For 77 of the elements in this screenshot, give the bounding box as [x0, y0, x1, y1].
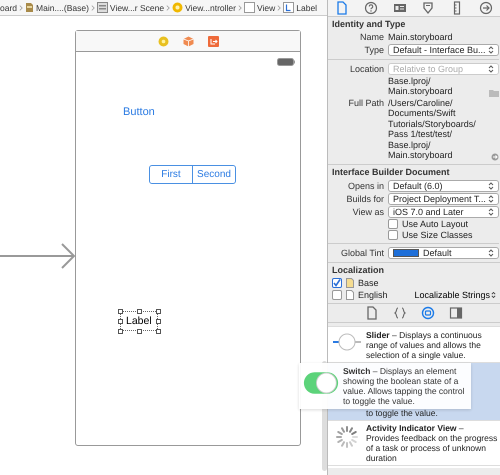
- checkbox[interactable]: [332, 290, 342, 300]
- localization-name: English: [358, 290, 388, 300]
- segmented-control[interactable]: First Second: [149, 165, 236, 184]
- help-icon[interactable]: [364, 1, 378, 15]
- field-label: Type: [363, 44, 384, 54]
- color-popup-button[interactable]: Default: [388, 246, 499, 258]
- chevron-icon: [488, 248, 494, 256]
- chevron-icon: [166, 4, 170, 12]
- popup-button[interactable]: Project Deployment T...: [388, 192, 499, 204]
- checkbox[interactable]: [332, 278, 342, 288]
- activity-indicator-icon: [335, 424, 359, 448]
- library-item[interactable]: Activity Indicator View – Provides feedback on the progress of a task or process of unknown duration: [328, 420, 500, 466]
- file-icon: [346, 290, 354, 300]
- exit-icon[interactable]: [208, 36, 218, 46]
- field-label: Global Tint: [340, 248, 384, 258]
- button-element[interactable]: Button: [123, 106, 155, 118]
- segment[interactable]: First: [150, 166, 192, 183]
- section-header: Identity and Type: [331, 18, 406, 31]
- file-icon[interactable]: [365, 306, 379, 320]
- shield-icon[interactable]: [421, 1, 436, 15]
- full-path: /Users/Caroline/ Documents/Swift Tutorials/Storyboards/ Pass 1/test/test/ Base.lproj/ Main.storyboard: [388, 98, 476, 160]
- field-label: Full Path: [347, 98, 384, 108]
- id-card-icon[interactable]: [392, 1, 407, 15]
- switch-icon[interactable]: [303, 370, 339, 394]
- file-icon[interactable]: [335, 1, 350, 15]
- library-item-text: Slider – Displays a continuous range of values and allows the selection of a single value.: [366, 330, 483, 360]
- braces-icon[interactable]: [393, 306, 407, 320]
- file-name: Main.storyboard: [388, 32, 454, 42]
- checkbox-label: Use Auto Layout: [402, 218, 468, 228]
- relative-path: Base.lproj/ Main.storyboard: [388, 76, 453, 96]
- storyboard-icon: [25, 2, 34, 13]
- chevron-icon: [19, 4, 24, 12]
- section-header: Interface Builder Document: [328, 164, 500, 178]
- segment[interactable]: Second: [192, 166, 235, 183]
- chevron-icon: [277, 4, 282, 12]
- scene-icon: [96, 2, 108, 13]
- popup-button[interactable]: Default - Interface Bu...: [388, 44, 499, 56]
- drag-preview-text: Switch – Displays an element showing the boolean state of a value. Allows tapping the control to toggle the value.: [343, 366, 466, 406]
- checkbox[interactable]: [388, 218, 398, 228]
- chevron-icon: [488, 194, 494, 202]
- field-label: View as: [352, 206, 384, 216]
- slider-icon: [332, 332, 362, 352]
- chevron-icon: [488, 182, 494, 190]
- field-label: Name: [358, 32, 384, 42]
- object-library-icon[interactable]: [421, 306, 435, 320]
- cube-icon[interactable]: [182, 36, 194, 46]
- breadcrumb-item[interactable]: View...ntroller: [172, 2, 236, 13]
- breadcrumb-item[interactable]: Label: [283, 2, 318, 13]
- chevron-icon: [90, 4, 95, 12]
- popup-button[interactable]: Default (6.0): [388, 180, 499, 192]
- checkmark-icon: [333, 278, 341, 286]
- arrow-circle-icon[interactable]: [478, 1, 493, 15]
- arrow-circle-icon[interactable]: [490, 152, 499, 160]
- chevron-icon: [238, 4, 242, 12]
- chevron-icon: [491, 290, 496, 298]
- breadcrumb-item[interactable]: Main....(Base): [25, 2, 89, 13]
- breadcrumb-item[interactable]: View...r Scene: [96, 2, 164, 13]
- strings-file-icon: [346, 278, 354, 288]
- chevron-icon: [488, 208, 494, 216]
- media-icon[interactable]: [449, 306, 463, 320]
- file-type-popup[interactable]: Localizable Strings: [414, 290, 496, 300]
- field-label: Location: [348, 64, 384, 74]
- breadcrumb-item[interactable]: oard: [0, 2, 18, 12]
- checkbox[interactable]: [388, 230, 398, 240]
- field-label: Builds for: [345, 194, 384, 204]
- field-label: Opens in: [346, 180, 384, 190]
- view-controller-icon: [172, 2, 184, 13]
- chevron-icon: [488, 46, 494, 54]
- chevron-icon: [488, 64, 494, 72]
- section-header: Localization: [328, 262, 500, 276]
- popup-button[interactable]: iOS 7.0 and Later: [388, 206, 499, 218]
- localization-name: Base: [358, 278, 379, 288]
- breadcrumb-item[interactable]: View: [244, 2, 276, 13]
- library-item-text: to toggle the value.: [366, 408, 439, 418]
- library-item-text: Activity Indicator View – Provides feedback on the progress of a task or process of unknown duration: [366, 422, 498, 462]
- checkbox-label: Use Size Classes: [402, 230, 473, 240]
- battery-icon: [277, 58, 295, 66]
